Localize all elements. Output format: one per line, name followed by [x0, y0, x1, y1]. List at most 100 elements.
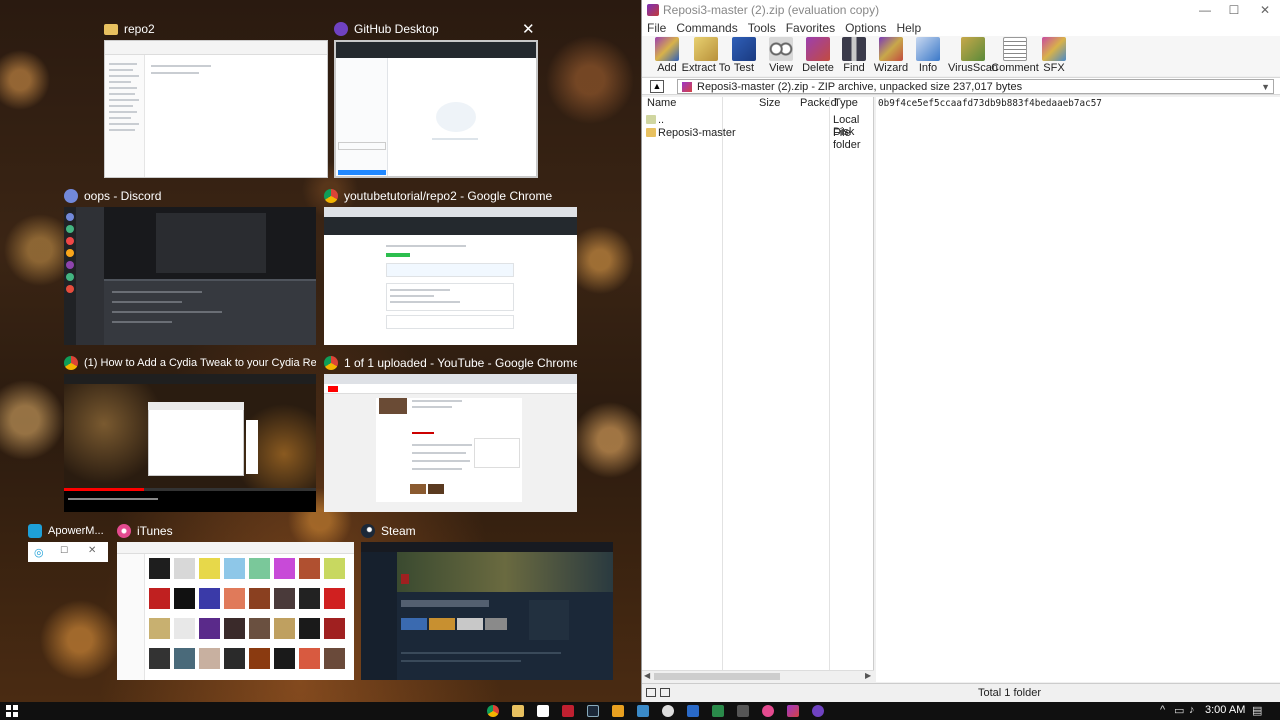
steam-icon[interactable]: [587, 705, 599, 717]
sfx-icon: [1042, 37, 1066, 61]
find-icon: [842, 37, 866, 61]
list-item-reposi3-master[interactable]: Reposi3-master File folder: [642, 127, 874, 151]
notifications-icon[interactable]: ▤: [1252, 704, 1262, 717]
itunes-icon[interactable]: [762, 705, 774, 717]
chevron-down-icon[interactable]: ▼: [1261, 82, 1270, 92]
window-title: Reposi3-master (2).zip (evaluation copy): [663, 3, 880, 17]
virusscan-button[interactable]: VirusScan: [948, 36, 998, 74]
folder-icon: [646, 115, 656, 124]
menu-favorites[interactable]: Favorites: [781, 20, 840, 36]
window-thumbnail-discord[interactable]: oops - Discord: [64, 186, 316, 346]
window-title-chrome-youtube-upload: 1 of 1 uploaded - YouTube - Google Chrom…: [344, 356, 577, 370]
app-icon[interactable]: [612, 705, 624, 717]
thumbnail-preview: [361, 542, 613, 680]
scroll-thumb[interactable]: [654, 673, 780, 680]
app-icon[interactable]: [637, 705, 649, 717]
window-title-chrome-youtube-video: (1) How to Add a Cydia Tweak to your Cyd…: [84, 357, 316, 369]
scroll-left-icon[interactable]: ◀: [644, 671, 650, 680]
winrar-icon[interactable]: [787, 705, 799, 717]
list-item-parent[interactable]: .. Local Disk: [642, 114, 874, 138]
menu-tools[interactable]: Tools: [743, 20, 781, 36]
clock[interactable]: 3:00 AM: [1205, 704, 1245, 716]
window-title-steam: Steam: [381, 524, 416, 538]
close-button[interactable]: ✕: [1248, 0, 1280, 20]
chrome-icon[interactable]: [487, 705, 499, 717]
info-button[interactable]: Info: [906, 36, 950, 74]
thumbnail-preview: ◎ ☐ ✕: [28, 542, 108, 562]
menu-bar: File Commands Tools Favorites Options He…: [642, 20, 1280, 36]
path-field[interactable]: Reposi3-master (2).zip - ZIP archive, un…: [677, 79, 1274, 94]
close-thumbnail-button[interactable]: ✕: [522, 22, 535, 37]
key-icon: [660, 688, 670, 697]
drive-icon: [646, 688, 656, 697]
chrome-icon: [324, 189, 338, 203]
virusscan-icon: [961, 37, 985, 61]
window-thumbnail-chrome-github[interactable]: youtubetutorial/repo2 - Google Chrome: [324, 186, 577, 346]
menu-help[interactable]: Help: [891, 20, 926, 36]
sfx-button[interactable]: SFX: [1032, 36, 1076, 74]
window-thumbnail-steam[interactable]: Steam: [361, 521, 613, 681]
info-icon: [916, 37, 940, 61]
status-bar: Total 1 folder: [642, 683, 1280, 702]
window-title-apowermirror: ApowerM...: [48, 525, 104, 537]
window-thumbnail-chrome-youtube-upload[interactable]: 1 of 1 uploaded - YouTube - Google Chrom…: [324, 353, 577, 513]
thumbnail-preview: [334, 40, 538, 178]
archive-comment-pane: 0b9f4ce5ef5ccaafd73db9b883f4bedaaeb7ac57: [876, 97, 1280, 682]
comment-button[interactable]: Comment: [991, 36, 1039, 74]
app-icon[interactable]: [662, 705, 674, 717]
window-title-github-desktop: GitHub Desktop: [354, 22, 439, 36]
horizontal-scrollbar[interactable]: ◀ ▶: [642, 670, 874, 682]
up-one-level-button[interactable]: ▲: [650, 80, 664, 93]
toolbar: Add Extract To Test View Delete Find Wiz…: [642, 36, 1280, 76]
view-icon: [769, 37, 793, 61]
winrar-window: Reposi3-master (2).zip (evaluation copy)…: [641, 0, 1280, 702]
network-icon[interactable]: ▭: [1174, 704, 1184, 717]
menu-file[interactable]: File: [642, 20, 671, 36]
maximize-button[interactable]: ☐: [1217, 0, 1251, 20]
thumbnail-preview: [104, 40, 328, 178]
title-bar: Reposi3-master (2).zip (evaluation copy)…: [642, 0, 1280, 20]
start-button[interactable]: [6, 705, 18, 717]
status-text: Total 1 folder: [978, 687, 1041, 699]
thumbnail-preview: [64, 207, 316, 345]
vertical-scrollbar[interactable]: [1271, 97, 1280, 682]
path-text: Reposi3-master (2).zip - ZIP archive, un…: [697, 80, 1023, 93]
apower-logo-icon: ◎: [34, 547, 44, 559]
window-thumbnail-itunes[interactable]: iTunes: [117, 521, 354, 681]
thumbnail-preview: [324, 374, 577, 512]
extract-to-icon: [694, 37, 718, 61]
volume-icon[interactable]: ♪: [1189, 704, 1195, 716]
menu-options[interactable]: Options: [840, 20, 891, 36]
tray-chevron-icon[interactable]: ^: [1160, 704, 1165, 716]
app-icon[interactable]: [687, 705, 699, 717]
column-header-name[interactable]: Name: [647, 97, 676, 111]
archive-comment-text: 0b9f4ce5ef5ccaafd73db9b883f4bedaaeb7ac57: [878, 98, 1102, 109]
comment-icon: [1003, 37, 1027, 61]
menu-commands[interactable]: Commands: [671, 20, 742, 36]
column-header-packed[interactable]: Packed: [800, 97, 837, 111]
app-icon[interactable]: [737, 705, 749, 717]
apowermirror-icon: [28, 524, 42, 538]
task-view: repo2 GitHub Desktop ✕ oops - Discord yo…: [0, 0, 641, 702]
column-header-size[interactable]: Size: [759, 97, 780, 111]
chrome-icon: [324, 356, 338, 370]
app-icon[interactable]: [562, 705, 574, 717]
window-thumbnail-apowermirror[interactable]: ApowerM... ◎ ☐ ✕: [28, 521, 108, 563]
thumbnail-preview: [117, 542, 354, 680]
delete-icon: [806, 37, 830, 61]
window-title-repo2: repo2: [124, 22, 155, 36]
chrome-icon: [64, 356, 78, 370]
store-icon[interactable]: [537, 705, 549, 717]
file-explorer-icon[interactable]: [512, 705, 524, 717]
scroll-right-icon[interactable]: ▶: [865, 671, 871, 680]
app-icon[interactable]: [712, 705, 724, 717]
column-header-type[interactable]: Type: [834, 97, 858, 111]
window-thumbnail-github-desktop[interactable]: GitHub Desktop ✕: [334, 19, 538, 179]
steam-icon: [361, 524, 375, 538]
window-thumbnail-repo2[interactable]: repo2: [104, 19, 328, 179]
file-list: Name Size Packed Type .. Local Disk Repo…: [642, 97, 874, 672]
add-archive-icon: [655, 37, 679, 61]
discord-icon: [64, 189, 78, 203]
window-thumbnail-chrome-youtube-video[interactable]: (1) How to Add a Cydia Tweak to your Cyd…: [64, 353, 316, 513]
github-desktop-icon[interactable]: [812, 705, 824, 717]
